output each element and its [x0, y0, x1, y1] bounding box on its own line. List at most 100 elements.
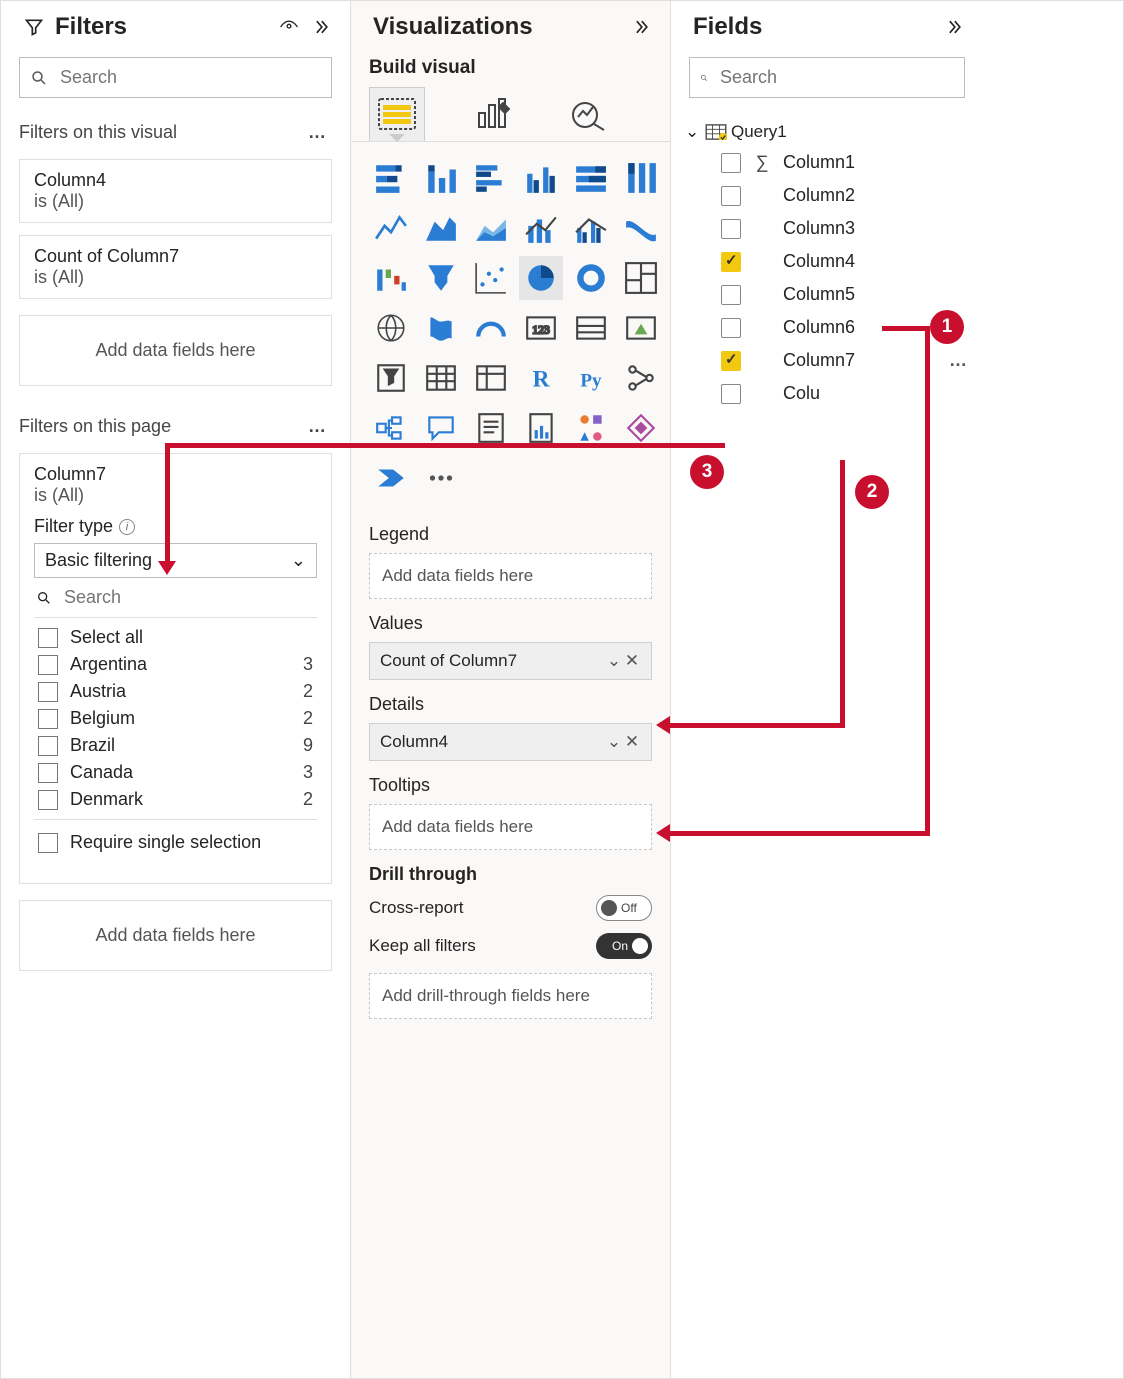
tab-format[interactable]: [465, 87, 521, 141]
filters-visual-section: Filters on this visual …: [1, 112, 350, 153]
field-column7[interactable]: Column7…: [681, 344, 973, 377]
table-query1[interactable]: ⌄ Query1: [681, 118, 973, 146]
collapse-icon[interactable]: [943, 16, 965, 38]
viz-slicer[interactable]: [369, 356, 413, 400]
well-tooltips-drop[interactable]: Add data fields here: [369, 804, 652, 850]
filter-card-count-column7[interactable]: Count of Column7 is (All): [19, 235, 332, 299]
viz-donut[interactable]: [569, 256, 613, 300]
viz-narrative[interactable]: [469, 406, 513, 450]
well-values-item[interactable]: Count of Column7 ⌄ ✕: [369, 642, 652, 680]
filter-value-selectall[interactable]: Select all: [34, 624, 317, 651]
viz-pie[interactable]: [519, 256, 563, 300]
viz-key-influencers[interactable]: [619, 356, 663, 400]
field-column4[interactable]: Column4: [681, 245, 973, 278]
filter-value-item[interactable]: Argentina3: [34, 651, 317, 678]
viz-qna[interactable]: [419, 406, 463, 450]
require-single-selection[interactable]: Require single selection: [34, 819, 317, 869]
collapse-icon[interactable]: [630, 16, 652, 38]
chevron-down-icon: ⌄: [291, 550, 306, 571]
collapse-icon[interactable]: [310, 16, 332, 38]
viz-100-column[interactable]: [619, 156, 663, 200]
filters-visual-dropzone[interactable]: Add data fields here: [19, 315, 332, 386]
viz-gauge[interactable]: [469, 306, 513, 350]
filter-card-column4[interactable]: Column4 is (All): [19, 159, 332, 223]
keep-filters-toggle[interactable]: On: [596, 933, 652, 959]
viz-matrix[interactable]: [469, 356, 513, 400]
viz-line[interactable]: [369, 206, 413, 250]
viz-clustered-column[interactable]: [519, 156, 563, 200]
field-column3[interactable]: Column3: [681, 212, 973, 245]
viz-powerapps[interactable]: [619, 406, 663, 450]
viz-clustered-bar[interactable]: [469, 156, 513, 200]
viz-automate[interactable]: [369, 456, 413, 500]
viz-waterfall[interactable]: [369, 256, 413, 300]
filters-page-more[interactable]: …: [308, 416, 328, 437]
viz-funnel[interactable]: [419, 256, 463, 300]
drill-through-drop[interactable]: Add drill-through fields here: [369, 973, 652, 1019]
chevron-down-icon[interactable]: ⌄: [605, 732, 623, 752]
filter-card-state: is (All): [34, 191, 317, 212]
cross-report-toggle[interactable]: Off: [596, 895, 652, 921]
viz-ribbon[interactable]: [619, 206, 663, 250]
fields-search[interactable]: [689, 57, 965, 98]
filter-card-field: Count of Column7: [34, 246, 317, 267]
filters-search[interactable]: [19, 57, 332, 98]
eye-icon[interactable]: [278, 16, 300, 38]
close-icon[interactable]: ✕: [623, 732, 641, 752]
filters-page-dropzone[interactable]: Add data fields here: [19, 900, 332, 971]
filters-search-input[interactable]: [58, 66, 321, 89]
viz-python[interactable]: Py: [569, 356, 613, 400]
viz-scatter[interactable]: [469, 256, 513, 300]
viz-100-bar[interactable]: [569, 156, 613, 200]
filter-value-item[interactable]: Austria2: [34, 678, 317, 705]
tab-build[interactable]: [369, 87, 425, 141]
filter-type-label: Filter type: [34, 516, 113, 537]
fields-pane: Fields ⌄ Query1 ∑Column1 Column2 Column3…: [671, 1, 983, 1378]
viz-multicard[interactable]: [569, 306, 613, 350]
filter-values-search[interactable]: [34, 578, 317, 618]
field-column1[interactable]: ∑Column1: [681, 146, 973, 179]
filter-value-item[interactable]: Denmark2: [34, 786, 317, 813]
info-icon[interactable]: i: [119, 519, 135, 535]
viz-filled-map[interactable]: [419, 306, 463, 350]
viz-apps[interactable]: [569, 406, 613, 450]
tab-analytics[interactable]: [561, 87, 617, 141]
well-legend-drop[interactable]: Add data fields here: [369, 553, 652, 599]
viz-area[interactable]: [419, 206, 463, 250]
viz-table[interactable]: [419, 356, 463, 400]
viz-kpi[interactable]: [619, 306, 663, 350]
filter-value-item[interactable]: Canada3: [34, 759, 317, 786]
drill-through-label: Drill through: [351, 854, 670, 889]
filters-page-section: Filters on this page …: [1, 406, 350, 447]
field-column8[interactable]: Colu: [681, 377, 973, 410]
viz-stacked-column[interactable]: [419, 156, 463, 200]
field-column6[interactable]: Column6: [681, 311, 973, 344]
field-column2[interactable]: Column2: [681, 179, 973, 212]
filter-value-item[interactable]: Brazil9: [34, 732, 317, 759]
field-column5[interactable]: Column5: [681, 278, 973, 311]
close-icon[interactable]: ✕: [623, 651, 641, 671]
filter-values-search-input[interactable]: [62, 586, 315, 609]
viz-decomposition[interactable]: [369, 406, 413, 450]
viz-stacked-area[interactable]: [469, 206, 513, 250]
chevron-down-icon[interactable]: ⌄: [605, 651, 623, 671]
field-more-icon[interactable]: …: [949, 350, 969, 371]
filter-value-item[interactable]: Belgium2: [34, 705, 317, 732]
well-details-item[interactable]: Column4 ⌄ ✕: [369, 723, 652, 761]
filter-card-column7-expanded: Column7 is (All) Filter type i Basic fil…: [19, 453, 332, 884]
viz-paginated[interactable]: [519, 406, 563, 450]
require-single-label: Require single selection: [70, 832, 261, 853]
viz-more[interactable]: [419, 456, 463, 500]
viz-stacked-bar[interactable]: [369, 156, 413, 200]
viz-line-clustered[interactable]: [569, 206, 613, 250]
viz-treemap[interactable]: [619, 256, 663, 300]
viz-map[interactable]: [369, 306, 413, 350]
viz-card[interactable]: 123: [519, 306, 563, 350]
svg-text:R: R: [533, 367, 551, 393]
chevron-down-icon: ⌄: [685, 122, 699, 142]
viz-r[interactable]: R: [519, 356, 563, 400]
fields-search-input[interactable]: [718, 66, 954, 89]
filter-type-dropdown[interactable]: Basic filtering ⌄: [34, 543, 317, 578]
viz-line-column[interactable]: [519, 206, 563, 250]
filters-visual-more[interactable]: …: [308, 122, 328, 143]
